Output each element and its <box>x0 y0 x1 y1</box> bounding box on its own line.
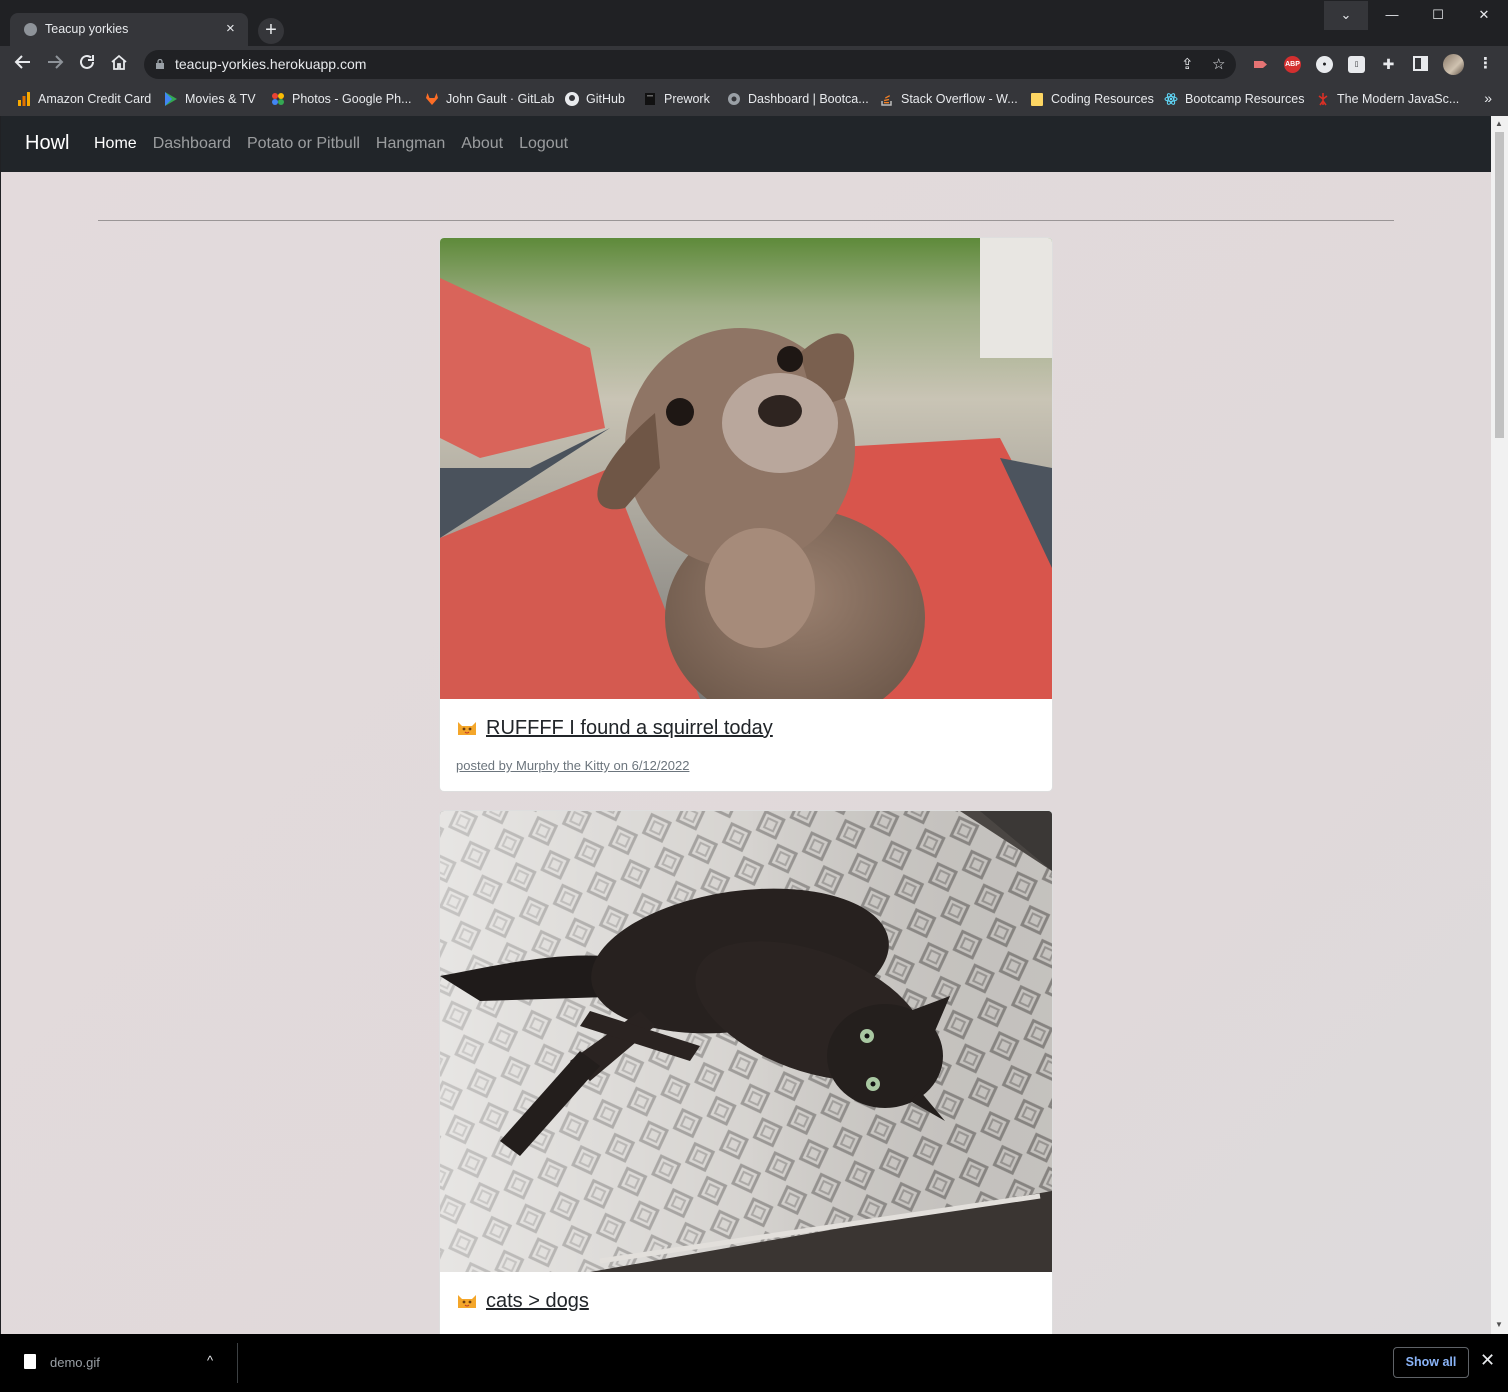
back-button[interactable] <box>12 53 34 75</box>
bookmark-item[interactable]: Amazon Credit Card <box>17 90 151 108</box>
bookmark-label: Prework <box>664 92 710 106</box>
file-icon <box>24 1354 36 1369</box>
video-ext-icon[interactable] <box>1252 56 1269 73</box>
bookmark-item[interactable]: John Gault · GitLab <box>425 90 554 108</box>
address-bar[interactable]: teacup-yorkies.herokuapp.com ⇪ ☆ <box>144 50 1236 79</box>
scroll-thumb[interactable] <box>1495 132 1504 438</box>
bookmark-label: Movies & TV <box>185 92 256 106</box>
github-icon <box>565 92 579 106</box>
bookmark-label: John Gault · GitLab <box>446 92 555 106</box>
bookmark-label: Bootcamp Resources <box>1185 92 1305 106</box>
tab-title: Teacup yorkies <box>45 22 129 36</box>
post-card: RUFFFF I found a squirrel today posted b… <box>439 237 1053 792</box>
amazon-icon <box>18 92 30 106</box>
scroll-up-icon[interactable]: ▲ <box>1495 119 1503 128</box>
nav-potato-or-pitbull[interactable]: Potato or Pitbull <box>247 135 360 153</box>
circle-ext-icon[interactable]: ● <box>1316 56 1333 73</box>
close-downloads-icon[interactable]: ✕ <box>1480 1350 1495 1371</box>
forward-button[interactable] <box>44 53 66 75</box>
bookmark-item[interactable]: Stack Overflow - W... <box>880 90 1018 108</box>
divider <box>237 1343 238 1383</box>
js-icon <box>1318 93 1328 106</box>
show-all-button[interactable]: Show all <box>1393 1347 1469 1378</box>
stackoverflow-icon <box>881 95 892 106</box>
bookmark-label: Stack Overflow - W... <box>901 92 1018 106</box>
bookmark-item[interactable]: Bootcamp Resources <box>1164 90 1305 108</box>
menu-icon[interactable]: ⋮ <box>1477 56 1494 73</box>
nav-dashboard[interactable]: Dashboard <box>153 135 231 153</box>
cat-emoji-icon <box>458 722 476 735</box>
site-brand[interactable]: Howl <box>25 132 69 155</box>
maximize-button[interactable]: ☐ <box>1415 1 1461 30</box>
post-title[interactable]: cats > dogs <box>456 1290 589 1313</box>
reload-button[interactable] <box>76 53 98 75</box>
bookmarks-bar: Amazon Credit Card Movies & TV Photos - … <box>0 82 1508 116</box>
download-file-name[interactable]: demo.gif <box>50 1355 100 1370</box>
bookmark-label: Coding Resources <box>1051 92 1154 106</box>
globe-icon <box>24 23 37 36</box>
post-title-text: cats > dogs <box>486 1290 589 1312</box>
tab-close-icon[interactable]: × <box>226 20 235 38</box>
post-card: cats > dogs <box>439 810 1053 1334</box>
black-cat-photo[interactable] <box>440 811 1052 1272</box>
home-icon <box>111 54 127 70</box>
bookmark-item[interactable]: GitHub <box>565 90 625 108</box>
nav-home[interactable]: Home <box>94 135 137 153</box>
bookmark-label: Photos - Google Ph... <box>292 92 412 106</box>
bookmark-item[interactable]: Movies & TV <box>164 90 256 108</box>
new-tab-button[interactable]: + <box>258 18 284 44</box>
bookmark-item[interactable]: Prework <box>643 90 710 108</box>
nav-hangman[interactable]: Hangman <box>376 135 445 153</box>
bookmark-item[interactable]: Photos - Google Ph... <box>271 90 412 108</box>
abp-icon[interactable]: ABP <box>1284 56 1301 73</box>
minimize-button[interactable]: — <box>1369 1 1415 30</box>
bookmark-item[interactable]: Coding Resources <box>1030 90 1154 108</box>
chevron-up-icon[interactable]: ^ <box>207 1353 213 1368</box>
home-button[interactable] <box>108 53 130 75</box>
site-navbar: Howl Home Dashboard Potato or Pitbull Ha… <box>1 116 1491 172</box>
share-icon[interactable]: ⇪ <box>1181 55 1194 73</box>
avatar[interactable] <box>1443 54 1464 75</box>
bookmark-label: Dashboard | Bootca... <box>748 92 869 106</box>
nav-about[interactable]: About <box>461 135 503 153</box>
browser-tab[interactable]: Teacup yorkies × <box>10 13 248 46</box>
bookmark-label: GitHub <box>586 92 625 106</box>
tab-search-button[interactable]: ⌄ <box>1324 1 1368 30</box>
tab-strip: Teacup yorkies × + ⌄ — ☐ ✕ <box>0 0 1508 46</box>
puzzle-icon[interactable]: ✚ <box>1380 56 1397 73</box>
close-window-button[interactable]: ✕ <box>1461 1 1507 30</box>
url-text[interactable]: teacup-yorkies.herokuapp.com <box>175 56 366 72</box>
chihuahua-photo[interactable] <box>440 238 1052 699</box>
divider <box>98 220 1394 221</box>
page-viewport: Howl Home Dashboard Potato or Pitbull Ha… <box>1 116 1491 1334</box>
reload-icon <box>80 54 94 69</box>
book-icon <box>645 93 655 105</box>
nav-logout[interactable]: Logout <box>519 135 568 153</box>
arrow-right-icon <box>48 55 64 69</box>
bookmark-label: The Modern JavaSc... <box>1337 92 1460 106</box>
bookmark-star-icon[interactable]: ☆ <box>1212 55 1225 73</box>
react-icon <box>1164 93 1178 105</box>
bookmarks-overflow-icon[interactable]: » <box>1484 90 1492 106</box>
post-meta[interactable]: posted by Murphy the Kitty on 6/12/2022 <box>456 758 689 773</box>
globe-icon <box>728 93 740 105</box>
post-title[interactable]: RUFFFF I found a squirrel today <box>456 717 773 740</box>
note-ext-icon[interactable]: ▯ <box>1348 56 1365 73</box>
lock-icon <box>156 59 164 69</box>
folder-icon <box>1031 93 1043 106</box>
sidepanel-icon[interactable] <box>1412 56 1429 73</box>
scroll-down-icon[interactable]: ▼ <box>1495 1320 1503 1329</box>
arrow-left-icon <box>14 55 30 69</box>
bookmark-item[interactable]: The Modern JavaSc... <box>1316 90 1459 108</box>
play-icon <box>165 92 177 106</box>
page-scrollbar[interactable]: ▲ ▼ <box>1491 116 1508 1334</box>
bookmark-label: Amazon Credit Card <box>38 92 152 106</box>
post-title-text: RUFFFF I found a squirrel today <box>486 717 773 739</box>
cat-emoji-icon <box>458 1295 476 1308</box>
downloads-bar: demo.gif ^ Show all ✕ <box>0 1334 1508 1392</box>
photos-icon <box>272 93 284 105</box>
browser-toolbar: teacup-yorkies.herokuapp.com ⇪ ☆ ABP ● ▯… <box>0 46 1508 82</box>
bookmark-item[interactable]: Dashboard | Bootca... <box>727 90 869 108</box>
gitlab-icon <box>426 93 438 105</box>
